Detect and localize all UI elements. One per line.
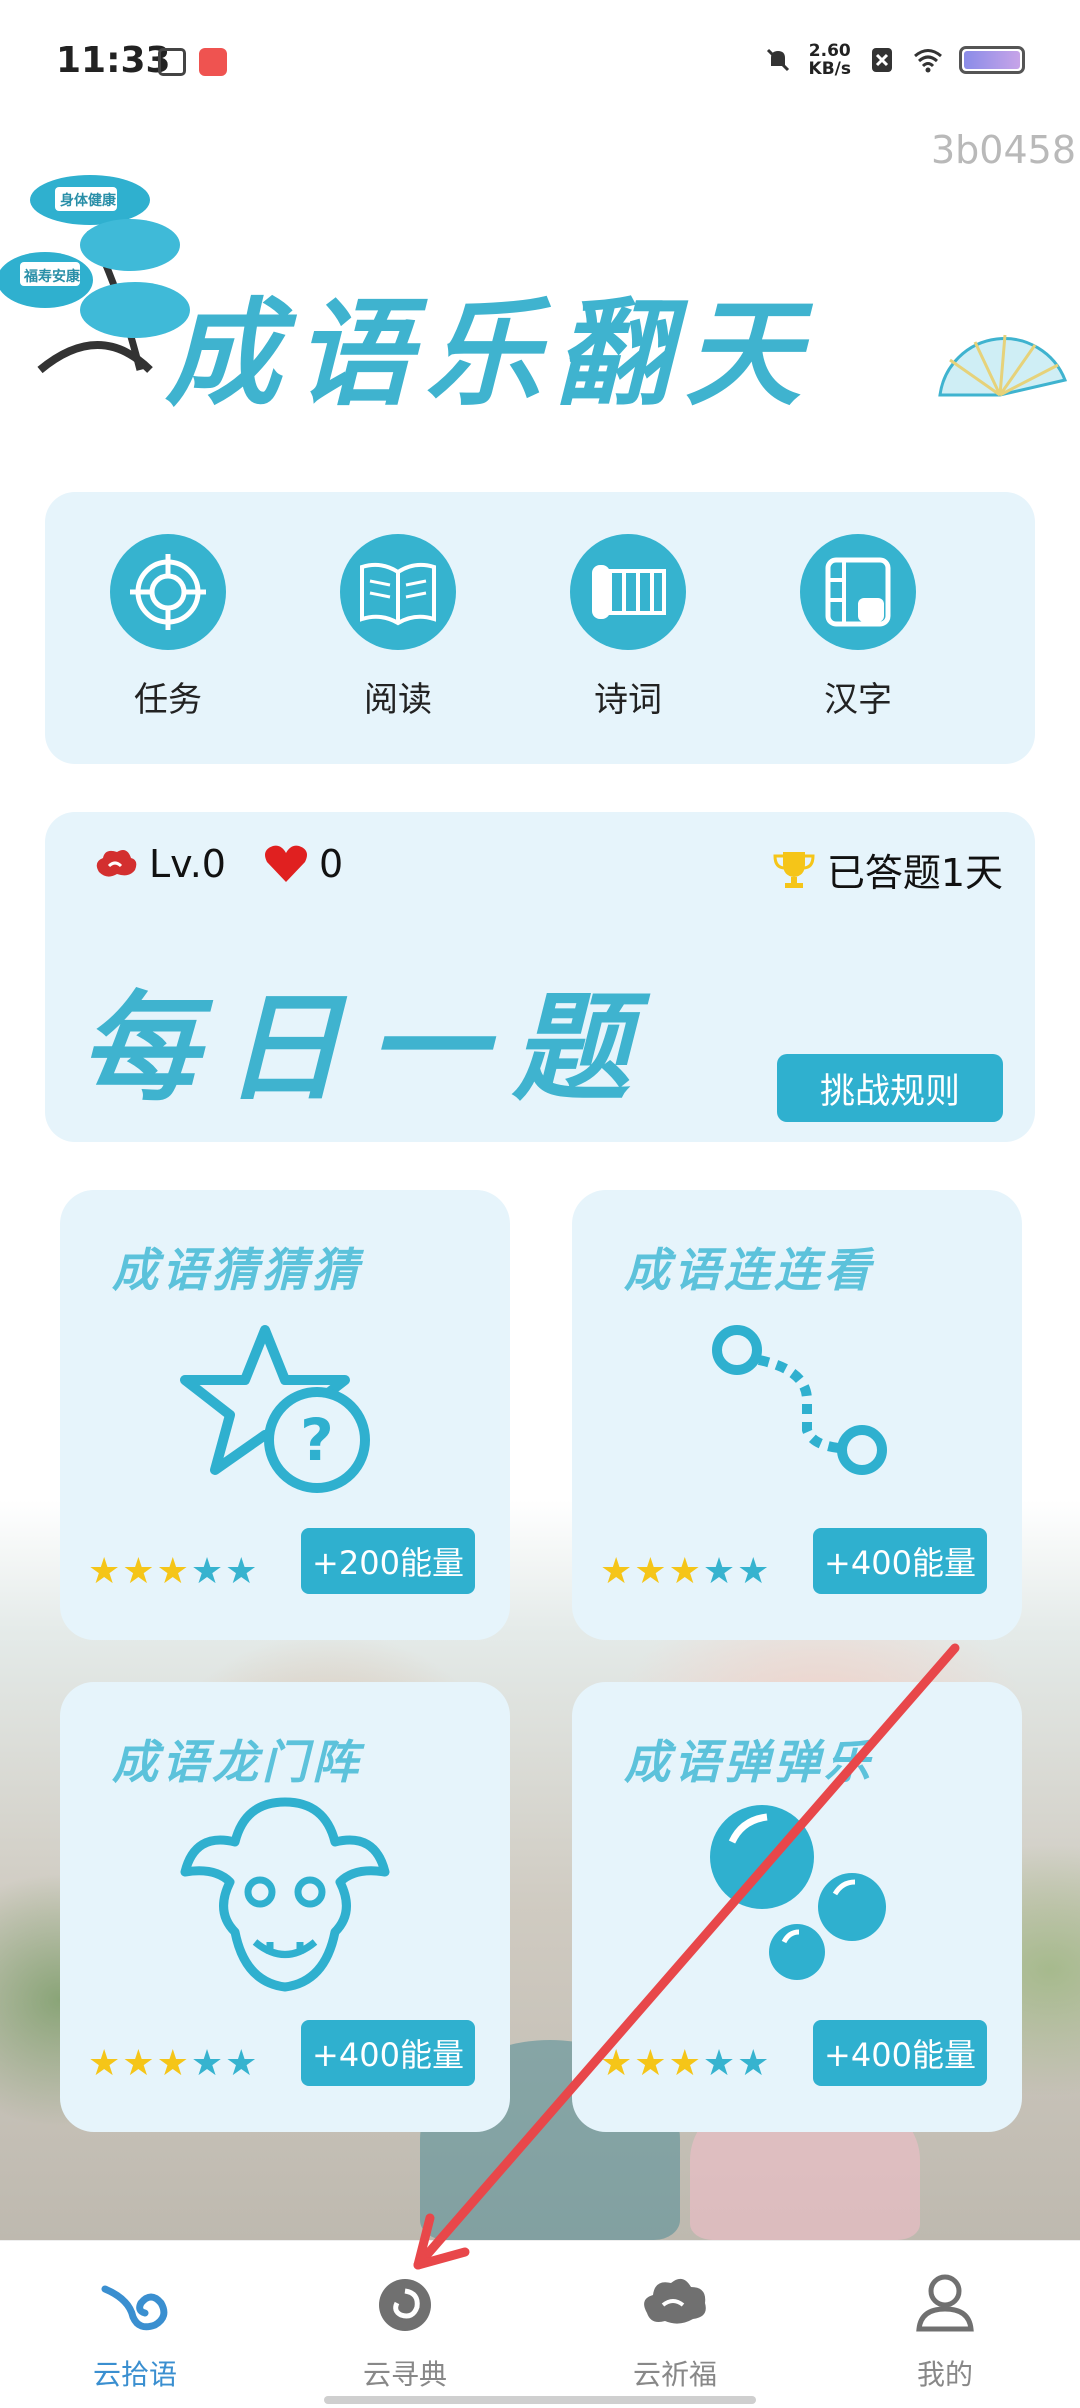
quick-nav-label: 诗词 xyxy=(594,680,662,720)
level-indicator: Lv.0 xyxy=(93,842,226,886)
svg-text:?: ? xyxy=(300,1406,334,1474)
app-notification-icon xyxy=(199,48,227,76)
difficulty-stars: ★ ★ ★ ★ ★ xyxy=(600,2043,770,2084)
scroll-icon xyxy=(592,565,666,619)
difficulty-stars: ★ ★ ★ ★ ★ xyxy=(88,1551,258,1592)
mute-icon xyxy=(766,48,789,72)
quick-nav-card: 任务 阅读 诗词 汉字 xyxy=(45,492,1035,764)
quick-nav-label: 任务 xyxy=(134,680,202,720)
energy-reward-button[interactable]: +400能量 xyxy=(813,1528,987,1594)
home-indicator xyxy=(324,2396,756,2404)
tab-label: 云寻典 xyxy=(362,2358,447,2391)
quick-nav-task[interactable]: 任务 xyxy=(98,534,238,721)
difficulty-stars: ★ ★ ★ ★ ★ xyxy=(600,1551,770,1592)
heart-icon xyxy=(265,845,307,882)
level-text: Lv.0 xyxy=(149,842,226,886)
tab-yunxundian[interactable]: 云寻典 xyxy=(330,2269,480,2393)
app-title: 成语乐翻天 xyxy=(165,286,815,422)
open-book-icon xyxy=(360,562,436,626)
dragon-icon xyxy=(180,1797,390,1992)
quick-nav-characters[interactable]: 汉字 xyxy=(788,534,928,721)
status-time: 11:33 xyxy=(56,40,171,81)
bubbles-icon xyxy=(710,1805,886,1980)
bottom-tab-bar: 云拾语 云寻典 云祈福 我的 xyxy=(0,2240,1080,2408)
tab-label: 我的 xyxy=(916,2358,973,2391)
star-question-icon: ? xyxy=(180,1325,370,1493)
quick-nav-label: 汉字 xyxy=(824,680,892,720)
wifi-icon xyxy=(914,49,942,73)
banner-tag: 福寿安康 xyxy=(24,269,80,285)
challenge-rules-button[interactable]: 挑战规则 xyxy=(777,1054,1003,1122)
energy-reward-button[interactable]: +400能量 xyxy=(813,2020,987,2086)
tab-yunshiyu[interactable]: 云拾语 xyxy=(60,2269,210,2393)
hearts-indicator: 0 xyxy=(263,842,343,886)
daily-title: 每日一题 xyxy=(80,978,657,1117)
tab-yunqifu[interactable]: 云祈福 xyxy=(600,2269,750,2393)
connect-path-icon xyxy=(712,1325,887,1475)
network-speed: 2.60 KB/s xyxy=(808,41,851,79)
quick-nav-poetry[interactable]: 诗词 xyxy=(558,534,698,721)
wave-swirl-icon xyxy=(101,2285,168,2331)
banner-tag: 身体健康 xyxy=(60,193,116,209)
game-card-dragon[interactable]: 成语龙门阵 ★ ★ ★ ★ ★ +400能量 xyxy=(60,1682,510,2132)
target-icon xyxy=(130,554,206,630)
daily-question-card[interactable]: Lv.0 0 已答题1天 每日一题 挑战规则 xyxy=(45,812,1035,1142)
spiral-icon xyxy=(379,2279,431,2331)
cloud-icon xyxy=(96,850,137,877)
game-card-link[interactable]: 成语连连看 ★ ★ ★ ★ ★ +400能量 xyxy=(572,1190,1022,1640)
cloud-blessing-icon xyxy=(644,2278,706,2324)
tab-profile[interactable]: 我的 xyxy=(870,2269,1020,2393)
difficulty-stars: ★ ★ ★ ★ ★ xyxy=(88,2043,258,2084)
device-code: 3b0458 xyxy=(930,128,1076,172)
no-sim-icon xyxy=(872,48,892,72)
battery-icon xyxy=(959,46,1025,74)
status-bar: 11:33 2.60 KB/s xyxy=(0,0,1080,120)
game-card-bubble[interactable]: 成语弹弹乐 ★ ★ ★ ★ ★ +400能量 xyxy=(572,1682,1022,2132)
title-banner: 身体健康 福寿安康 成语乐翻天 xyxy=(0,170,1080,430)
tab-label: 云拾语 xyxy=(92,2358,177,2391)
tab-label: 云祈福 xyxy=(632,2358,717,2391)
trophy-icon xyxy=(773,851,815,888)
notification-icon xyxy=(158,48,186,76)
user-icon xyxy=(916,2274,974,2332)
character-book-icon xyxy=(825,557,891,627)
energy-reward-button[interactable]: +400能量 xyxy=(301,2020,475,2086)
quick-nav-reading[interactable]: 阅读 xyxy=(328,534,468,721)
fan-icon xyxy=(938,334,1068,397)
quick-nav-label: 阅读 xyxy=(364,680,432,720)
answered-text: 已答题1天 xyxy=(826,851,1003,895)
game-card-guess[interactable]: 成语猜猜猜 ? ★ ★ ★ ★ ★ +200能量 xyxy=(60,1190,510,1640)
hearts-count: 0 xyxy=(319,842,344,886)
answered-days: 已答题1天 xyxy=(771,842,1003,897)
energy-reward-button[interactable]: +200能量 xyxy=(301,1528,475,1594)
